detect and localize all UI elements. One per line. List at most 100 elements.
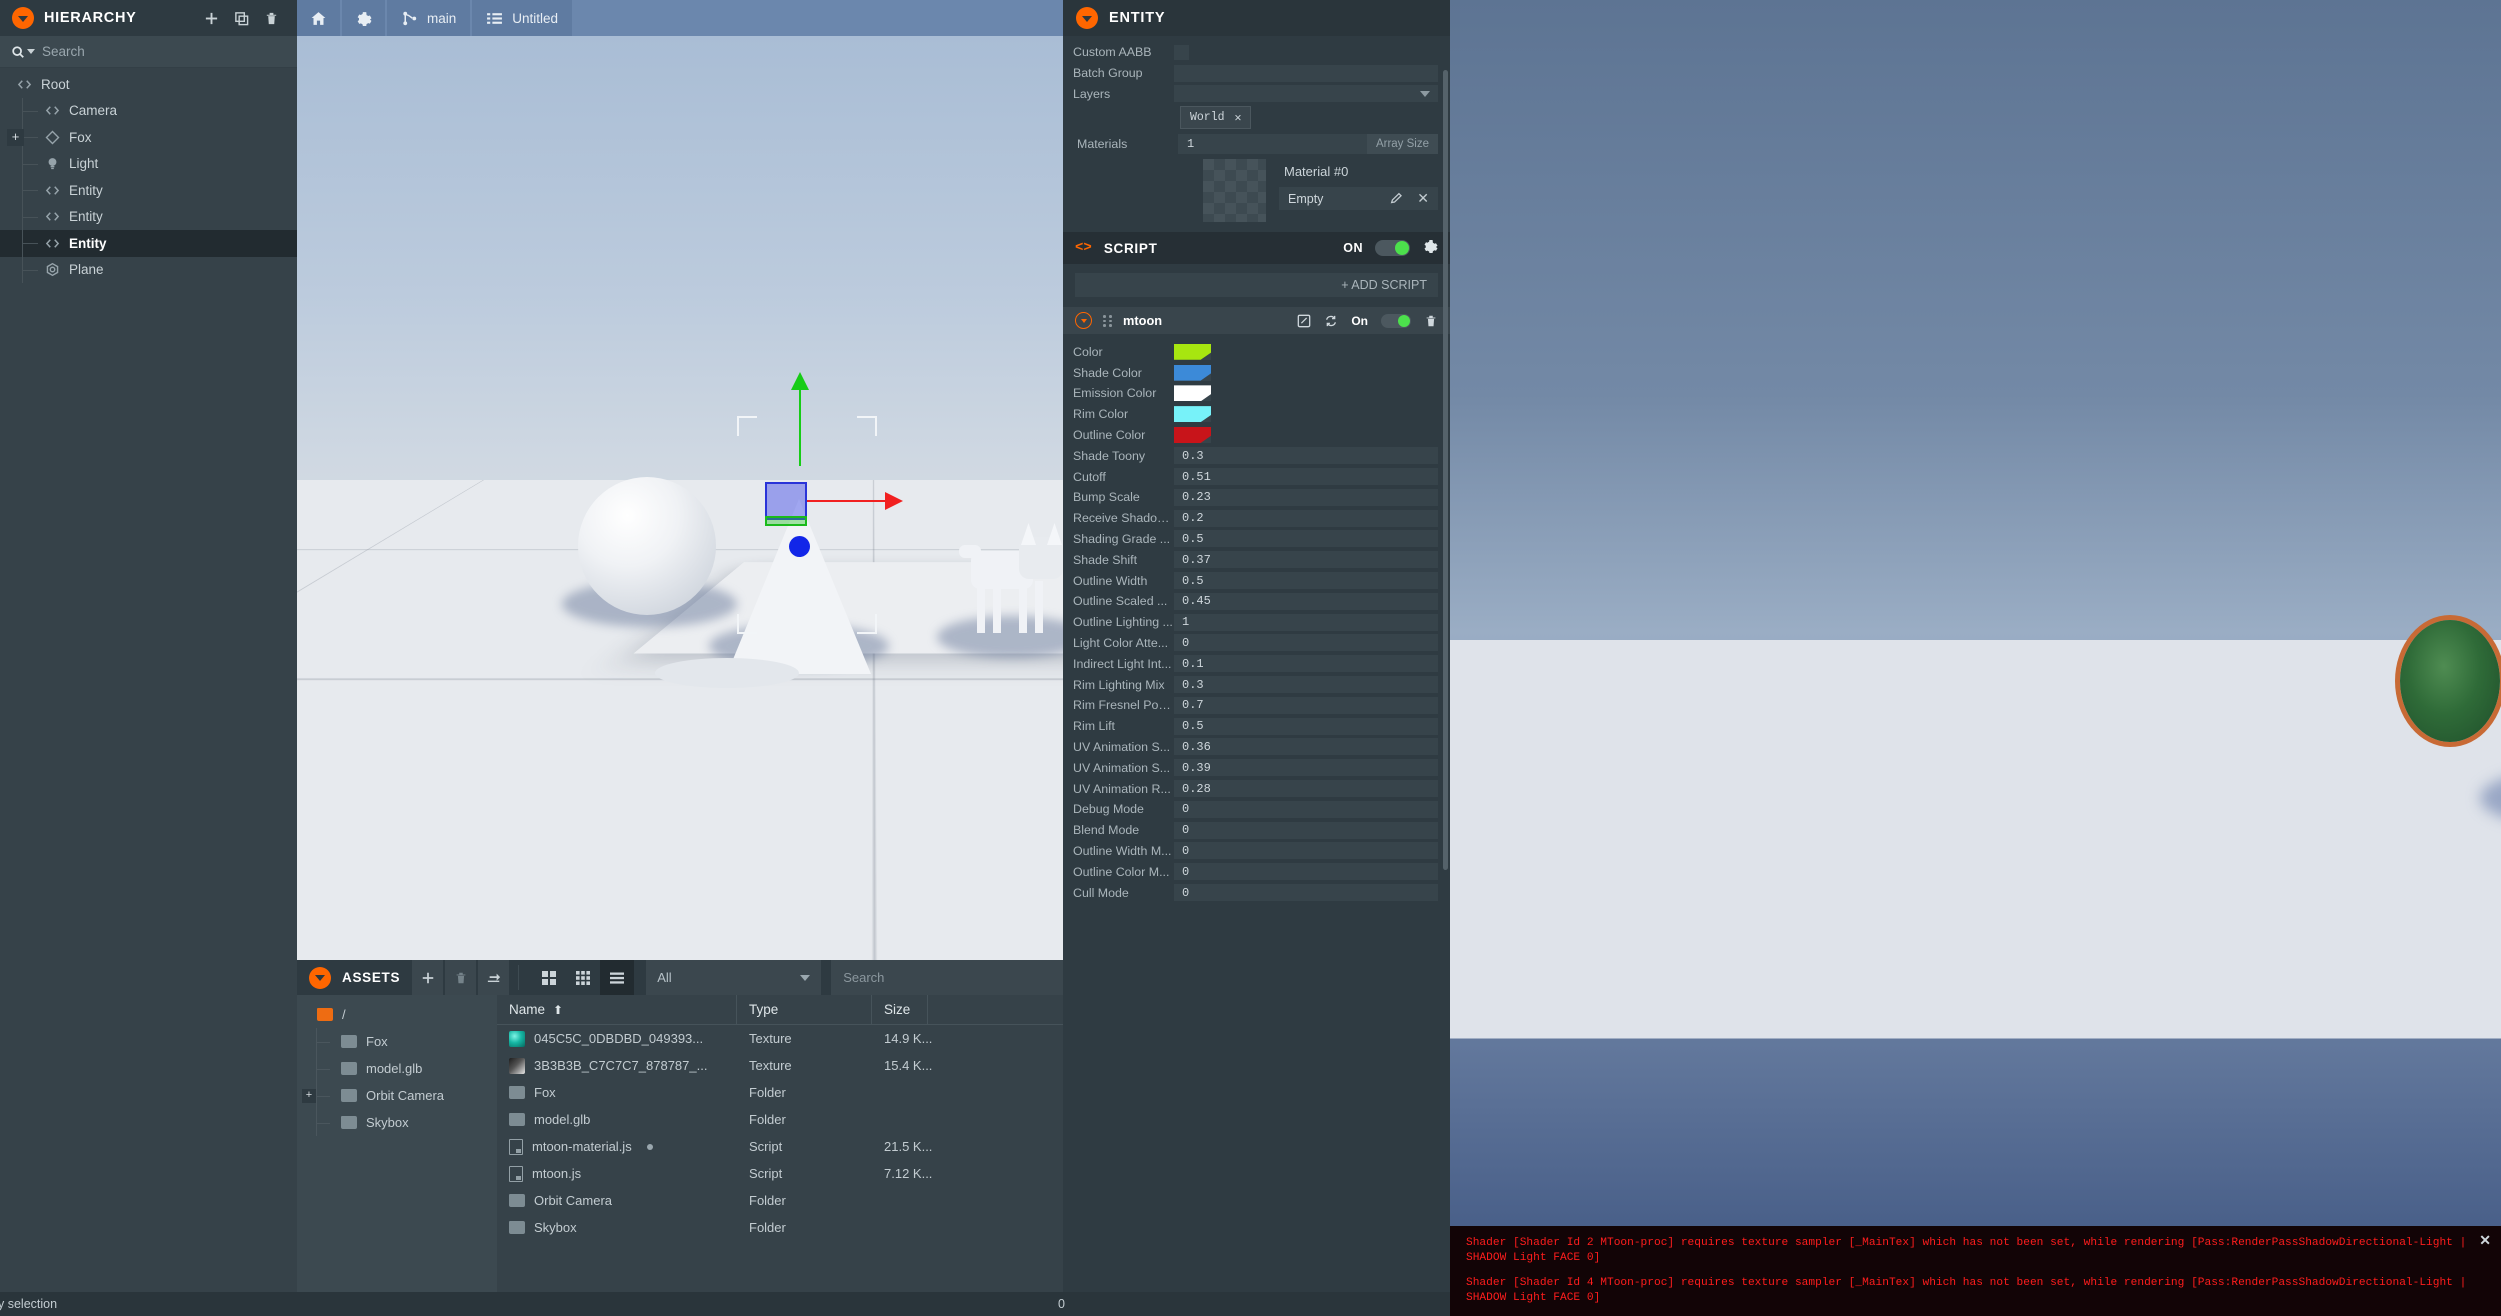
script-component-toggle[interactable] [1375, 240, 1410, 256]
asset-type: Script [749, 1166, 782, 1181]
add-entity-button[interactable] [197, 0, 225, 36]
folder-item--[interactable]: / [297, 1001, 497, 1028]
asset-size-cell: 14.9 K... [872, 1031, 992, 1046]
outline-width-input[interactable]: 0.5 [1174, 572, 1438, 589]
settings-button[interactable] [342, 0, 385, 36]
attribute-label: UV Animation S... [1069, 761, 1174, 775]
hierarchy-item-root-0[interactable]: Root [0, 71, 297, 98]
scene-fox[interactable] [957, 529, 1077, 644]
cutoff-input[interactable]: 0.51 [1174, 468, 1438, 485]
rim-fresnel-pow-input[interactable]: 0.7 [1174, 697, 1438, 714]
color-color-swatch[interactable] [1174, 344, 1211, 360]
panel-collapse-icon[interactable] [12, 7, 34, 29]
gear-icon[interactable] [1422, 238, 1438, 259]
launch-preview[interactable] [1450, 0, 2501, 1316]
materials-array-size-field[interactable]: 1 Array Size [1178, 134, 1438, 154]
home-button[interactable] [297, 0, 340, 36]
column-header-size[interactable]: Size [872, 995, 928, 1024]
branch-button[interactable]: main [387, 0, 470, 36]
indirect-light-int-input[interactable]: 0.1 [1174, 655, 1438, 672]
view-small-grid-button[interactable] [566, 960, 600, 995]
debug-mode-input[interactable]: 0 [1174, 801, 1438, 818]
layer-tag-remove-icon[interactable]: ✕ [1235, 110, 1242, 125]
hierarchy-item-camera-1[interactable]: Camera [0, 98, 297, 125]
rim-color-color-swatch[interactable] [1174, 406, 1211, 422]
drag-handle-icon[interactable] [1103, 315, 1112, 327]
asset-name: 045C5C_0DBDBD_049393... [534, 1031, 703, 1046]
material-thumbnail[interactable] [1203, 159, 1266, 222]
user-avatar[interactable] [428, 919, 462, 958]
inspector-collapse-icon[interactable] [1076, 7, 1098, 29]
emission-color-color-swatch[interactable] [1174, 385, 1211, 401]
hierarchy-item-plane-7[interactable]: Plane [0, 257, 297, 284]
folder-item-fox[interactable]: Fox [297, 1028, 497, 1055]
shade-toony-input[interactable]: 0.3 [1174, 447, 1438, 464]
scene-sphere[interactable] [578, 477, 716, 615]
preview-textured-sphere [2400, 620, 2500, 742]
column-header-name[interactable]: Name ⬆ [497, 995, 737, 1024]
rim-lighting-mix-input[interactable]: 0.3 [1174, 676, 1438, 693]
receive-shadow-input[interactable]: 0.2 [1174, 510, 1438, 527]
add-script-button[interactable]: + ADD SCRIPT [1075, 273, 1438, 297]
view-large-grid-button[interactable] [532, 960, 566, 995]
shading-grade-input[interactable]: 0.5 [1174, 530, 1438, 547]
blend-mode-input[interactable]: 0 [1174, 822, 1438, 839]
delete-entity-button[interactable] [257, 0, 285, 36]
folder-item-skybox[interactable]: Skybox [297, 1109, 497, 1136]
bump-scale-input[interactable]: 0.23 [1174, 489, 1438, 506]
expand-toggle[interactable]: + [7, 129, 24, 146]
delete-asset-button[interactable] [445, 960, 476, 995]
add-asset-button[interactable] [412, 960, 443, 995]
script-collapse-icon[interactable] [1075, 312, 1092, 329]
scene-button[interactable]: Untitled [472, 0, 572, 36]
outline-scaled-input[interactable]: 0.45 [1174, 593, 1438, 610]
folder-item-model-glb[interactable]: model.glb [297, 1055, 497, 1082]
layer-tag[interactable]: World ✕ [1180, 106, 1251, 129]
hierarchy-item-fox-2[interactable]: +Fox [0, 124, 297, 151]
layers-select[interactable] [1174, 85, 1438, 102]
script-toggle[interactable] [1381, 314, 1411, 328]
gizmo-x-axis [805, 500, 887, 502]
custom-aabb-checkbox[interactable] [1174, 45, 1189, 60]
uv-animation-s-input[interactable]: 0.36 [1174, 738, 1438, 755]
hierarchy-search-input[interactable] [42, 44, 286, 59]
assets-type-filter[interactable]: All [646, 960, 821, 995]
column-header-type[interactable]: Type [737, 995, 872, 1024]
hierarchy-item-entity-6[interactable]: Entity [0, 230, 297, 257]
shade-shift-input[interactable]: 0.37 [1174, 551, 1438, 568]
folder-item-orbit-camera[interactable]: +Orbit Camera [297, 1082, 497, 1109]
script-attribute-outline-scaled: Outline Scaled ...0.45 [1063, 591, 1450, 612]
chat-button[interactable]: CHAT [297, 920, 424, 960]
hierarchy-item-light-3[interactable]: Light [0, 151, 297, 178]
duplicate-entity-button[interactable] [227, 0, 255, 36]
refresh-icon[interactable] [1324, 314, 1338, 328]
outline-lighting-input[interactable]: 1 [1174, 614, 1438, 631]
attribute-label: Outline Color M... [1069, 865, 1174, 879]
console-close-icon[interactable]: ✕ [2479, 1232, 2491, 1249]
expand-toggle[interactable]: + [302, 1089, 316, 1103]
uv-animation-s-input[interactable]: 0.39 [1174, 759, 1438, 776]
outline-width-m-input[interactable]: 0 [1174, 842, 1438, 859]
hierarchy-search[interactable] [0, 36, 297, 68]
code-brackets-icon [16, 76, 33, 93]
cull-mode-input[interactable]: 0 [1174, 884, 1438, 901]
move-asset-button[interactable] [478, 960, 509, 995]
batch-group-input[interactable] [1174, 65, 1438, 82]
close-icon[interactable]: ✕ [1417, 190, 1429, 207]
hierarchy-item-entity-5[interactable]: Entity [0, 204, 297, 231]
uv-animation-r-input[interactable]: 0.28 [1174, 780, 1438, 797]
shade-color-color-swatch[interactable] [1174, 365, 1211, 381]
outline-color-color-swatch[interactable] [1174, 427, 1211, 443]
rim-lift-input[interactable]: 0.5 [1174, 718, 1438, 735]
inspector-scrollbar[interactable] [1443, 70, 1448, 870]
edit-icon[interactable] [1297, 314, 1311, 328]
outline-color-m-input[interactable]: 0 [1174, 863, 1438, 880]
view-list-button[interactable] [600, 960, 634, 995]
pencil-icon[interactable] [1390, 192, 1403, 205]
assets-collapse-icon[interactable] [309, 967, 331, 989]
material-asset-field[interactable]: Empty ✕ [1279, 187, 1438, 210]
hierarchy-item-label: Camera [69, 103, 117, 118]
light-color-atte-input[interactable]: 0 [1174, 634, 1438, 651]
trash-icon[interactable] [1424, 314, 1438, 328]
hierarchy-item-entity-4[interactable]: Entity [0, 177, 297, 204]
